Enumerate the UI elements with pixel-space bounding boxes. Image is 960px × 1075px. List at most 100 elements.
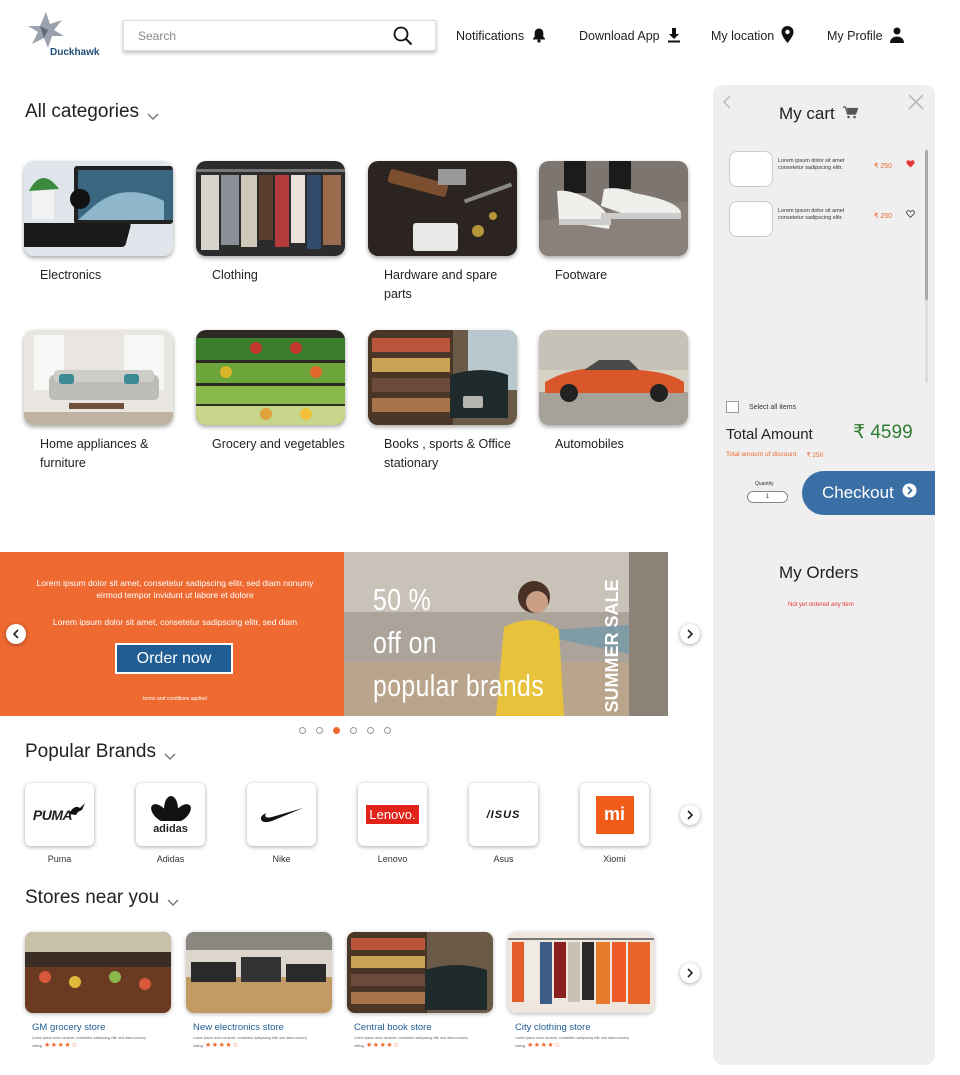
heart-outline-icon[interactable]	[906, 210, 915, 220]
category-card-electronics[interactable]: Electronics	[24, 161, 173, 285]
brand-adidas[interactable]: adidas	[136, 783, 205, 846]
carousel-dot[interactable]	[350, 727, 357, 734]
brand-puma[interactable]: PUMA	[25, 783, 94, 846]
rating-label: rating	[515, 1042, 526, 1048]
brand-xiaomi[interactable]: mi	[580, 783, 649, 846]
category-image-books	[368, 330, 517, 425]
carousel-dot[interactable]	[384, 727, 391, 734]
nav-download-app[interactable]: Download App	[579, 26, 681, 46]
categories-title[interactable]: All categories	[25, 101, 159, 123]
banner-prev-button[interactable]	[6, 624, 26, 644]
search-icon[interactable]	[393, 26, 413, 51]
stores-next-button[interactable]	[680, 963, 700, 983]
rating-label: rating	[193, 1042, 204, 1048]
logo[interactable]: Duckhawk	[26, 10, 106, 60]
quantity-input[interactable]: 1	[747, 491, 788, 503]
cart-title: My cart	[779, 104, 859, 124]
nav-notifications-label: Notifications	[456, 29, 525, 43]
chevron-right-icon	[687, 968, 694, 978]
cart-item-desc: Lorem ipsum dolor sit amet consetetur sa…	[778, 208, 845, 221]
brands-title[interactable]: Popular Brands	[25, 741, 176, 763]
cart-item[interactable]: Lorem ipsum dolor sit amet consetetur sa…	[729, 151, 919, 187]
store-card[interactable]: City clothing store Lorem ipsum dolor si…	[508, 932, 654, 1049]
store-card[interactable]: New electronics store Lorem ipsum dolor …	[186, 932, 332, 1049]
store-card[interactable]: GM grocery store Lorem ipsum dolor sit a…	[25, 932, 171, 1049]
promo-line-3: popular brands	[373, 668, 545, 703]
banner-next-button[interactable]	[680, 624, 700, 644]
store-rating: rating ★★★★☆	[186, 1041, 332, 1049]
discount-label: Total amount of discount	[726, 451, 797, 458]
category-label: Footware	[555, 268, 608, 282]
nav-my-location[interactable]: My location	[711, 26, 794, 46]
category-card-hardware[interactable]: Hardware and spare parts	[368, 161, 517, 304]
lenovo-logo: Lenovo.	[366, 805, 419, 824]
category-card-grocery[interactable]: Grocery and vegetables	[196, 330, 345, 454]
location-pin-icon	[781, 26, 794, 46]
checkbox[interactable]	[726, 401, 739, 413]
person-icon	[889, 27, 904, 46]
stores-title[interactable]: Stores near you	[25, 887, 179, 909]
star-rating-icon: ★★★★☆	[366, 1042, 400, 1049]
star-rating-icon: ★★★★☆	[205, 1042, 239, 1049]
chevron-down-icon	[164, 746, 176, 761]
brand-asus[interactable]: /ISUS	[469, 783, 538, 846]
category-image-footware	[539, 161, 688, 256]
cart-item[interactable]: Lorem ipsum dolor sit amet consetetur sa…	[729, 201, 919, 237]
category-card-automobiles[interactable]: Automobiles	[539, 330, 688, 454]
brands-next-button[interactable]	[680, 805, 700, 825]
category-card-home-appliances[interactable]: Home appliances & furniture	[24, 330, 173, 473]
store-desc: Lorem ipsum dolor sit amet, consetetur s…	[354, 1036, 468, 1040]
category-image-clothing	[196, 161, 345, 256]
close-icon[interactable]	[908, 94, 924, 115]
store-card[interactable]: Central book store Lorem ipsum dolor sit…	[347, 932, 493, 1049]
category-card-books[interactable]: Books , sports & Office stationary	[368, 330, 517, 473]
store-image-electronics	[186, 932, 332, 1013]
logo-text: Duckhawk	[50, 47, 100, 58]
store-name: New electronics store	[193, 1022, 284, 1033]
carousel-dot[interactable]	[367, 727, 374, 734]
category-label: Books , sports & Office stationary	[384, 437, 511, 470]
cart-icon	[842, 104, 859, 124]
search-bar[interactable]	[123, 20, 436, 51]
banner-terms: terms and conditions applied	[143, 696, 207, 702]
banner-text-2: Lorem ipsum dolor sit amet, consetetur s…	[52, 617, 298, 627]
chevron-left-icon[interactable]	[722, 95, 732, 114]
carousel-dot[interactable]	[316, 727, 323, 734]
store-image-clothing	[508, 932, 654, 1013]
category-card-footware[interactable]: Footware	[539, 161, 688, 285]
banner-text-1: Lorem ipsum dolor sit amet, consetetur s…	[36, 578, 314, 600]
carousel-dot[interactable]	[299, 727, 306, 734]
bell-icon	[531, 27, 547, 46]
store-name: GM grocery store	[32, 1022, 106, 1033]
category-card-clothing[interactable]: Clothing	[196, 161, 345, 285]
checkout-button[interactable]: Checkout	[802, 471, 935, 515]
brand-label: Asus	[493, 854, 514, 864]
discount-value: ₹ 250	[806, 452, 824, 459]
nav-my-profile[interactable]: My Profile	[827, 26, 904, 46]
select-all-checkbox[interactable]: Select all items	[726, 401, 796, 413]
cart-item-desc: Lorem ipsum dolor sit amet consetetur sa…	[778, 158, 845, 171]
my-orders-title: My Orders	[779, 563, 859, 582]
order-now-button[interactable]: Order now	[115, 643, 233, 674]
store-desc: Lorem ipsum dolor sit amet, consetetur s…	[193, 1036, 307, 1040]
cart-scrollbar[interactable]	[925, 150, 928, 383]
category-label: Electronics	[40, 268, 102, 282]
search-input[interactable]	[124, 21, 384, 50]
star-rating-icon: ★★★★☆	[44, 1042, 78, 1049]
adidas-logo: adidas	[153, 822, 188, 835]
category-image-automobiles	[539, 330, 688, 425]
chevron-right-icon	[687, 629, 694, 639]
category-image-grocery	[196, 330, 345, 425]
store-image-books	[347, 932, 493, 1013]
carousel-dot-active[interactable]	[333, 727, 340, 734]
store-image-grocery	[25, 932, 171, 1013]
heart-icon[interactable]	[906, 160, 915, 170]
nav-notifications[interactable]: Notifications	[456, 26, 547, 46]
brand-nike[interactable]	[247, 783, 316, 846]
brand-lenovo[interactable]: Lenovo.	[358, 783, 427, 846]
cart-scrollbar-thumb[interactable]	[925, 150, 928, 300]
promo-banner-right[interactable]: 50 % off on popular brands SUMMER SALE	[344, 552, 668, 716]
discount-row: Total amount of discount ₹ 250	[726, 451, 823, 459]
promo-banner-left: Lorem ipsum dolor sit amet, consetetur s…	[0, 552, 344, 716]
store-desc: Lorem ipsum dolor sit amet, consetetur s…	[515, 1036, 629, 1040]
